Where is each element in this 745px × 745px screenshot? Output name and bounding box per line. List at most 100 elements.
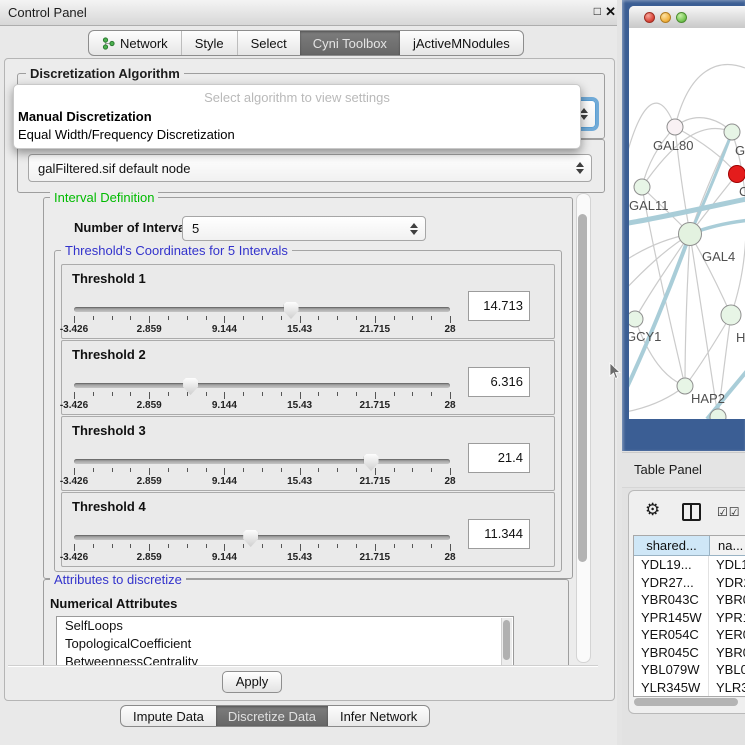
threshold-value-field[interactable]: 11.344 xyxy=(468,519,530,549)
table-panel-header: Table Panel xyxy=(622,452,745,488)
table-scrollbar-thumb[interactable] xyxy=(634,698,738,706)
tab-network[interactable]: Network xyxy=(89,31,181,55)
table-panel: ⚙ ☑☑ shared...na...YDL19...YDL1...YDR27.… xyxy=(628,490,745,714)
tick-mark xyxy=(281,468,282,472)
table-cell: YPR145W xyxy=(634,609,709,627)
slider-track[interactable] xyxy=(74,383,450,388)
threshold-slider-3: -3.4262.8599.14415.4321.71528 xyxy=(72,455,454,489)
interval-definition-title: Interval Definition xyxy=(50,191,158,205)
list-item-betweennesscentrality[interactable]: BetweennessCentrality xyxy=(57,653,513,665)
tab-impute-data[interactable]: Impute Data xyxy=(121,706,216,726)
threshold-box-3: Threshold 3-3.4262.8599.14415.4321.71528… xyxy=(61,416,555,491)
list-item-topologicalcoefficient[interactable]: TopologicalCoefficient xyxy=(57,635,513,653)
list-item-selfloops[interactable]: SelfLoops xyxy=(57,617,513,635)
table-row[interactable]: YDL19...YDL1... xyxy=(634,556,745,574)
scale-label: 2.859 xyxy=(137,552,162,563)
column-header-name[interactable]: na... xyxy=(710,536,745,555)
slider-thumb[interactable] xyxy=(364,454,379,471)
close-icon[interactable]: ✕ xyxy=(605,4,616,20)
attributes-group: Attributes to discretize Numerical Attri… xyxy=(43,579,569,665)
table-row[interactable]: YDR27...YDR2... xyxy=(634,574,745,592)
tick-mark xyxy=(149,316,150,323)
table-row[interactable]: YLR345WYLR3... xyxy=(634,679,745,697)
network-window[interactable]: GAL80GACGAL11GAL4GCY1HHAP2 xyxy=(629,6,745,419)
checkbox-icons[interactable]: ☑☑ xyxy=(717,505,741,519)
threshold-box-4: Threshold 4 -3.4262.8599.14415.4321.71528… xyxy=(61,492,555,567)
tick-mark xyxy=(112,468,113,472)
column-header-shared-name[interactable]: shared... xyxy=(634,536,710,555)
separator xyxy=(8,665,598,667)
tab-select[interactable]: Select xyxy=(237,31,300,55)
gear-icon[interactable]: ⚙ xyxy=(645,500,660,520)
tab-label: jActiveMNodules xyxy=(413,36,510,51)
algorithm-dropdown-popup: Select algorithm to view settings Manual… xyxy=(13,84,581,149)
control-panel: Control Panel □ ✕ Network Style Select Cyni… xyxy=(0,0,617,745)
table-row[interactable]: YPR145WYPR1... xyxy=(634,609,745,627)
tab-cyni-toolbox[interactable]: Cyni Toolbox xyxy=(300,31,400,55)
slider-track[interactable] xyxy=(74,459,450,464)
slider-track[interactable] xyxy=(74,307,450,312)
zoom-traffic-light-icon[interactable] xyxy=(676,12,687,23)
scale-label: 9.144 xyxy=(212,400,237,411)
tab-jactivemnodules[interactable]: jActiveMNodules xyxy=(400,31,523,55)
tick-mark xyxy=(187,316,188,320)
threshold-value-field[interactable]: 6.316 xyxy=(468,367,530,397)
tick-mark xyxy=(394,468,395,472)
table-cell: YDL1... xyxy=(709,556,745,574)
tick-mark xyxy=(450,544,451,551)
threshold-value-field[interactable]: 21.4 xyxy=(468,443,530,473)
tick-mark xyxy=(130,468,131,472)
threshold-label: Threshold 4 xyxy=(72,499,146,514)
tick-mark xyxy=(412,544,413,548)
scale-label: 21.715 xyxy=(360,476,391,487)
control-panel-titlebar: Control Panel □ ✕ xyxy=(0,0,617,26)
scale-label: 28 xyxy=(444,552,455,563)
float-window-icon[interactable]: □ xyxy=(594,4,601,18)
network-node-GA xyxy=(724,124,740,140)
network-edge xyxy=(642,127,675,187)
tab-infer-network[interactable]: Infer Network xyxy=(328,706,429,726)
tick-mark xyxy=(431,468,432,472)
number-of-intervals-combobox[interactable]: 5 xyxy=(182,216,426,241)
tick-mark xyxy=(168,392,169,396)
network-node-label: GAL4 xyxy=(702,249,735,264)
scale-label: 15.43 xyxy=(287,476,312,487)
split-columns-icon[interactable] xyxy=(682,503,701,521)
tick-mark xyxy=(356,468,357,472)
table-row[interactable]: YBR045CYBR0... xyxy=(634,644,745,662)
minimize-traffic-light-icon[interactable] xyxy=(660,12,671,23)
combo-arrows-icon xyxy=(406,223,425,235)
attributes-scrollbar-thumb[interactable] xyxy=(503,620,510,660)
node-attribute-table[interactable]: shared...na...YDL19...YDL1...YDR27...YDR… xyxy=(633,535,745,697)
table-row[interactable]: YBL079WYBL0... xyxy=(634,661,745,679)
tick-mark xyxy=(224,392,225,399)
panel-scrollbar-thumb[interactable] xyxy=(578,214,587,562)
tab-label: Select xyxy=(251,36,287,51)
table-row[interactable]: YBR043CYBR0... xyxy=(634,591,745,609)
threshold-slider-4: -3.4262.8599.14415.4321.71528 xyxy=(72,531,454,565)
table-data-combobox[interactable]: galFiltered.sif default node xyxy=(28,154,592,182)
tab-discretize-data[interactable]: Discretize Data xyxy=(216,706,328,726)
apply-button[interactable]: Apply xyxy=(222,671,282,693)
close-traffic-light-icon[interactable] xyxy=(644,12,655,23)
table-cell: YLR3... xyxy=(709,679,745,697)
slider-track[interactable] xyxy=(74,535,450,540)
table-row[interactable]: YER054CYER0... xyxy=(634,626,745,644)
tab-label: Style xyxy=(195,36,224,51)
network-canvas[interactable]: GAL80GACGAL11GAL4GCY1HHAP2 xyxy=(629,28,745,419)
table-horizontal-scrollbar[interactable] xyxy=(633,697,745,707)
panel-scrollbar[interactable] xyxy=(576,193,591,663)
numerical-attributes-list[interactable]: SelfLoopsTopologicalCoefficientBetweenne… xyxy=(56,616,514,665)
network-node-label: C xyxy=(739,184,745,199)
popup-option-manual-discretization[interactable]: Manual Discretization xyxy=(14,108,580,126)
slider-thumb[interactable] xyxy=(243,530,258,547)
tick-mark xyxy=(187,392,188,396)
threshold-box-1: Threshold 1-3.4262.8599.14415.4321.71528… xyxy=(61,264,555,339)
slider-thumb[interactable] xyxy=(284,302,299,319)
threshold-value-field[interactable]: 14.713 xyxy=(468,291,530,321)
popup-option-equal-width-frequency-discretization[interactable]: Equal Width/Frequency Discretization xyxy=(14,126,580,144)
table-header-row: shared...na... xyxy=(634,536,745,556)
attributes-scrollbar[interactable] xyxy=(501,618,512,665)
tab-style[interactable]: Style xyxy=(181,31,237,55)
slider-thumb[interactable] xyxy=(183,378,198,395)
